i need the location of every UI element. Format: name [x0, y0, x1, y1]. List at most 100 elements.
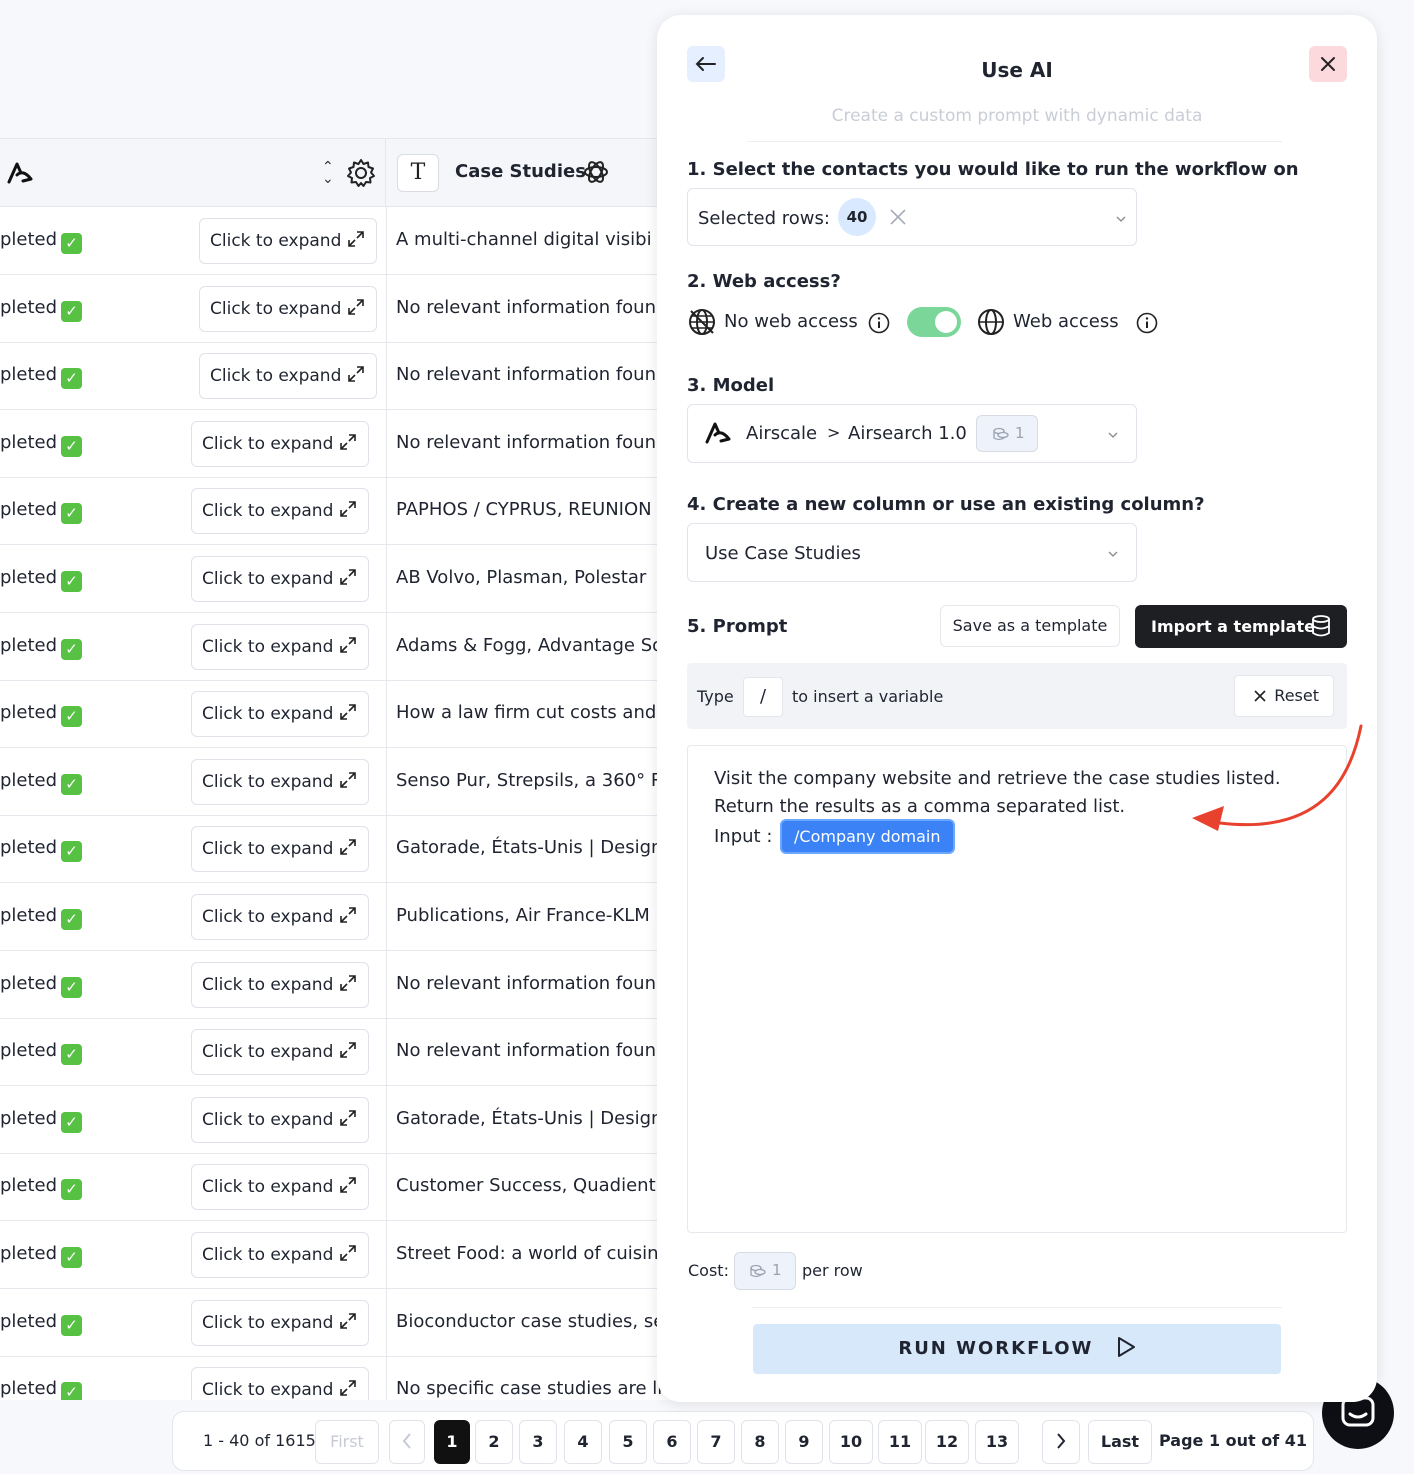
case-studies-cell[interactable]: Bioconductor case studies, se	[396, 1311, 664, 1332]
page-button[interactable]: 11	[878, 1420, 922, 1464]
case-studies-cell[interactable]: No relevant information foun	[396, 973, 656, 994]
case-studies-cell[interactable]: AB Volvo, Plasman, Polestar	[396, 567, 646, 588]
web-access-toggle[interactable]	[907, 307, 961, 337]
click-to-expand-button[interactable]: Click to expand	[191, 1232, 369, 1278]
page-button[interactable]: 13	[975, 1420, 1019, 1464]
table-row[interactable]: pleted ✓ Click to expand A multi-channel di…	[0, 207, 700, 275]
click-to-expand-button[interactable]: Click to expand	[191, 1164, 369, 1211]
table-row[interactable]: pleted ✓ Click to expand Street Food: a wor…	[0, 1221, 700, 1289]
gear-icon[interactable]	[346, 158, 376, 188]
info-icon[interactable]	[868, 312, 890, 334]
page-button[interactable]: 5	[609, 1420, 647, 1464]
expand-icon	[340, 636, 357, 653]
click-to-expand-button[interactable]: Click to expand	[191, 758, 369, 805]
close-button[interactable]	[1309, 46, 1347, 82]
import-template-button[interactable]: Import a template	[1135, 605, 1347, 648]
chevron-down-icon	[1108, 432, 1118, 438]
page-button[interactable]: 2	[475, 1420, 513, 1464]
column-title[interactable]: Case Studies	[455, 161, 586, 182]
page-button[interactable]: 8	[741, 1420, 779, 1464]
variable-chip[interactable]: /Company domain	[780, 819, 955, 854]
page-button[interactable]: 12	[925, 1420, 969, 1464]
coins-icon	[750, 1264, 766, 1278]
case-studies-cell[interactable]: Street Food: a world of cuisin	[396, 1243, 659, 1264]
model-select[interactable]: Airscale > Airsearch 1.0 1	[687, 404, 1137, 463]
expand-label: Click to expand	[202, 1312, 334, 1333]
case-studies-cell[interactable]: No relevant information foun	[396, 364, 656, 385]
table-row[interactable]: pleted ✓ Click to expand Gatorade, États-Un…	[0, 815, 700, 884]
case-studies-cell[interactable]: A multi-channel digital visibi	[396, 229, 652, 250]
run-workflow-button[interactable]: RUN WORKFLOW	[753, 1324, 1281, 1374]
click-to-expand-button[interactable]: Click to expand	[191, 1367, 369, 1400]
table-row[interactable]: pleted ✓ Click to expand Customer Success, …	[0, 1153, 700, 1222]
click-to-expand-button[interactable]: Click to expand	[191, 623, 369, 670]
case-studies-cell[interactable]: How a law firm cut costs and	[396, 702, 656, 723]
status-text: pleted	[0, 499, 58, 521]
click-to-expand-button[interactable]: Click to expand	[191, 1299, 369, 1346]
info-icon[interactable]	[1136, 312, 1158, 334]
click-to-expand-button[interactable]: Click to expand	[191, 894, 369, 940]
click-to-expand-button[interactable]: Click to expand	[191, 826, 369, 873]
case-studies-cell[interactable]: Publications, Air France-KLM	[396, 905, 650, 926]
case-studies-cell[interactable]: No relevant information foun	[396, 1040, 656, 1061]
page-button[interactable]: 6	[653, 1420, 691, 1464]
step5-label: 5. Prompt	[687, 616, 788, 637]
case-studies-cell[interactable]: No specific case studies are li	[396, 1378, 662, 1399]
case-studies-cell[interactable]: Senso Pur, Strepsils, a 360° Re	[396, 770, 674, 791]
case-studies-cell[interactable]: Gatorade, États-Unis | Design	[396, 837, 662, 858]
click-to-expand-button[interactable]: Click to expand	[191, 488, 369, 535]
table-row[interactable]: pleted ✓ Click to expand Publications, Air …	[0, 883, 700, 951]
case-studies-cell[interactable]: PAPHOS / CYPRUS, REUNION IS	[396, 499, 674, 520]
per-row-label: per row	[802, 1261, 863, 1280]
first-page-button[interactable]: First	[315, 1420, 379, 1464]
page-button[interactable]: 3	[519, 1420, 557, 1464]
click-to-expand-button[interactable]: Click to expand	[191, 1029, 369, 1076]
table-row[interactable]: pleted ✓ Click to expand No relevant inform…	[0, 274, 700, 343]
prev-page-button[interactable]	[389, 1420, 425, 1464]
click-to-expand-button[interactable]: Click to expand	[191, 961, 369, 1008]
click-to-expand-button[interactable]: Click to expand	[191, 420, 369, 467]
case-studies-cell[interactable]: Adams & Fogg, Advantage So	[396, 635, 663, 656]
page-button[interactable]: 1	[434, 1420, 470, 1464]
expand-icon	[340, 1109, 357, 1126]
click-to-expand-button[interactable]: Click to expand	[191, 1096, 369, 1143]
table-row[interactable]: pleted ✓ Click to expand No relevant inform…	[0, 409, 700, 478]
case-studies-cell[interactable]: No relevant information foun	[396, 432, 656, 453]
page-button[interactable]: 7	[697, 1420, 735, 1464]
page-button[interactable]: 10	[829, 1420, 873, 1464]
case-studies-cell[interactable]: No relevant information foun	[396, 297, 656, 318]
clear-selection-icon[interactable]	[889, 208, 907, 226]
click-to-expand-button[interactable]: Click to expand	[191, 691, 369, 738]
table-row[interactable]: pleted ✓ Click to expand Bioconductor case …	[0, 1288, 700, 1357]
table-row[interactable]: pleted ✓ Click to expand AB Volvo, Plasman,…	[0, 545, 700, 613]
click-to-expand-button[interactable]: Click to expand	[199, 218, 377, 264]
column-divider	[386, 477, 387, 546]
page-button[interactable]: 9	[785, 1420, 823, 1464]
save-template-button[interactable]: Save as a template	[940, 605, 1120, 647]
click-to-expand-button[interactable]: Click to expand	[191, 556, 369, 602]
table-row[interactable]: pleted ✓ Click to expand Senso Pur, Strepsi…	[0, 747, 700, 816]
page-button[interactable]: 4	[564, 1420, 602, 1464]
reset-button[interactable]: Reset	[1234, 675, 1334, 717]
table-row[interactable]: pleted ✓ Click to expand PAPHOS / CYPRUS, R…	[0, 477, 700, 546]
table-row[interactable]: pleted ✓ Click to expand Gatorade, États-Un…	[0, 1085, 700, 1154]
cost-credit-pill: 1	[734, 1252, 796, 1290]
click-to-expand-button[interactable]: Click to expand	[199, 285, 377, 332]
last-page-button[interactable]: Last	[1088, 1420, 1152, 1464]
click-to-expand-button[interactable]: Click to expand	[199, 353, 377, 400]
table-row[interactable]: pleted ✓ Click to expand Adams & Fogg, Adva…	[0, 612, 700, 681]
case-studies-cell[interactable]: Customer Success, Quadient	[396, 1175, 656, 1196]
table-row[interactable]: pleted ✓ Click to expand No relevant inform…	[0, 950, 700, 1019]
table-row[interactable]: pleted ✓ Click to expand No specific case s…	[0, 1356, 700, 1400]
sort-icon[interactable]: ⌃ ⌄	[322, 160, 334, 186]
case-studies-cell[interactable]: Gatorade, États-Unis | Design	[396, 1108, 662, 1129]
check-icon: ✓	[61, 706, 83, 728]
prompt-input-label: Input :	[714, 826, 773, 847]
next-page-button[interactable]	[1042, 1420, 1080, 1464]
insert-variable-hint: to insert a variable	[792, 687, 944, 706]
table-row[interactable]: pleted ✓ Click to expand How a law firm cut…	[0, 680, 700, 749]
table-row[interactable]: pleted ✓ Click to expand No relevant inform…	[0, 1018, 700, 1087]
contacts-select[interactable]: Selected rows:	[687, 188, 1137, 246]
table-row[interactable]: pleted ✓ Click to expand No relevant inform…	[0, 342, 700, 411]
column-select[interactable]: Use Case Studies	[687, 523, 1137, 582]
